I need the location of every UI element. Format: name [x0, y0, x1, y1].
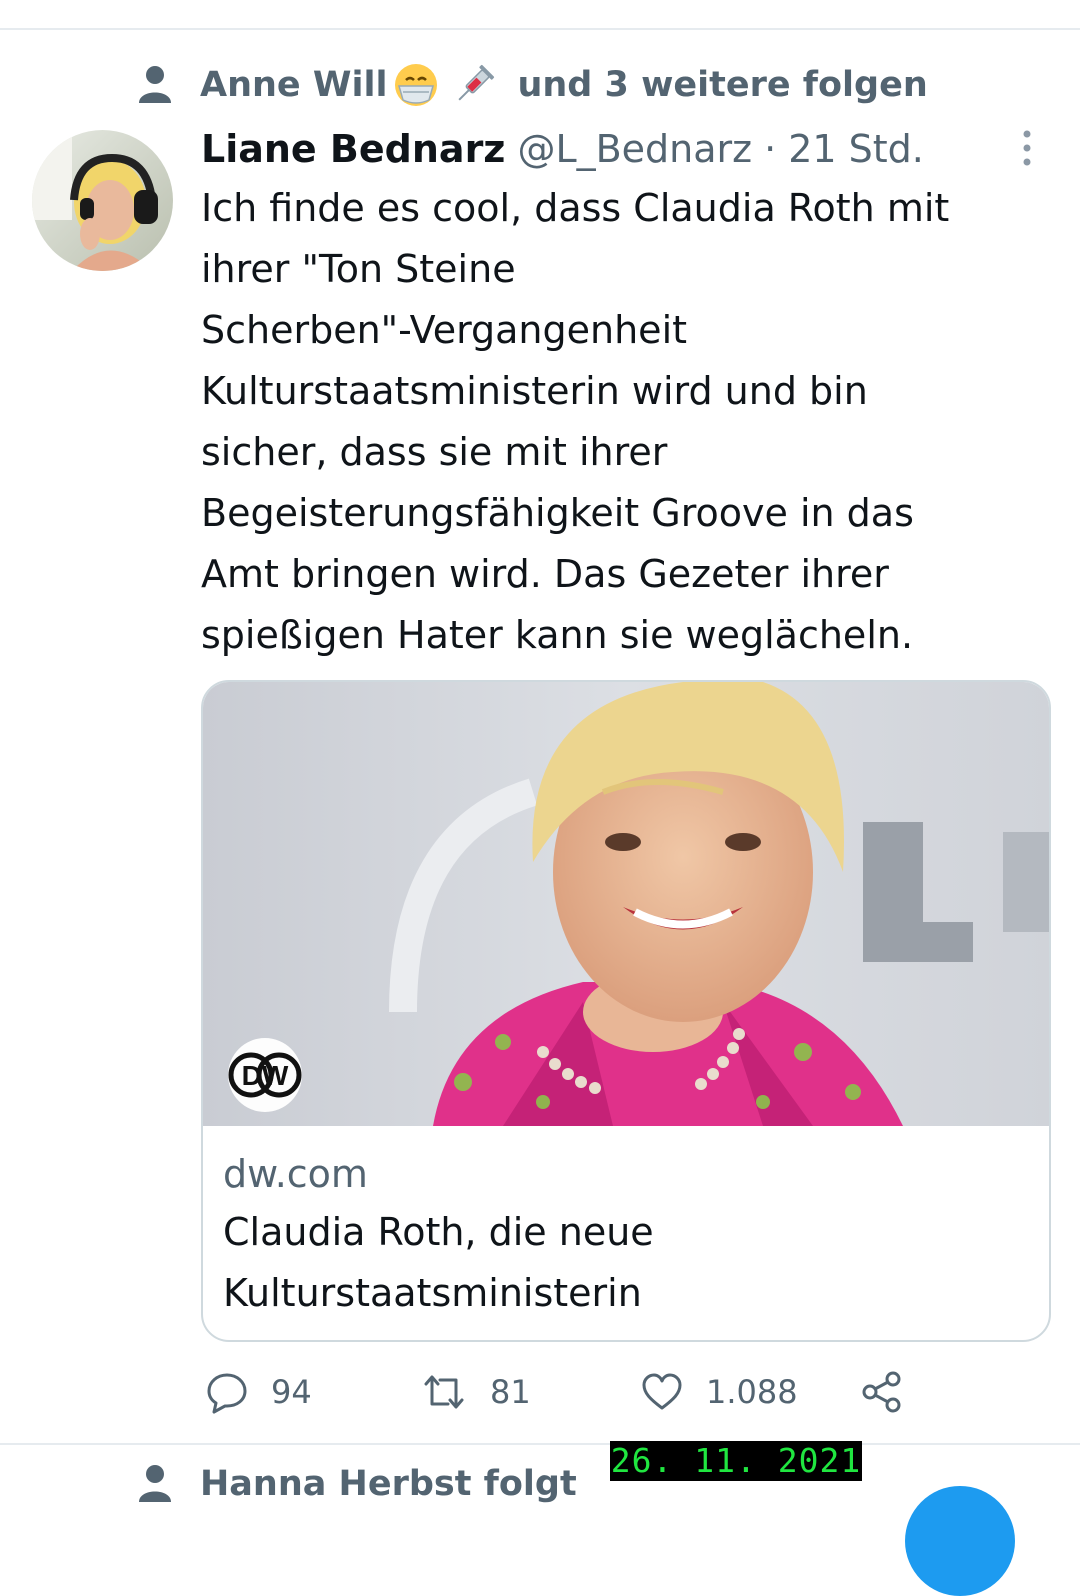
bottom-divider: [0, 1443, 1080, 1445]
next-context-text: Hanna Herbst folgt: [200, 1464, 577, 1504]
heart-icon: [642, 1373, 682, 1410]
retweet-count: 81: [490, 1373, 531, 1411]
like-count: 1.088: [706, 1373, 798, 1411]
author-avatar[interactable]: [32, 130, 173, 271]
card-domain: dw.com: [223, 1152, 368, 1196]
share-button[interactable]: [860, 1364, 926, 1420]
social-context[interactable]: Anne Will und 3 weitere folgen: [138, 60, 928, 110]
tweet-text-line: Amt bringen wird. Das Gezeter ihrer: [201, 552, 889, 596]
card-title: Claudia Roth, die neue Kulturstaatsminis…: [223, 1202, 654, 1324]
face-with-medical-mask-icon: [393, 62, 439, 108]
tweet-text-line: Begeisterungsfähigkeit Groove in das: [201, 491, 914, 535]
next-social-context[interactable]: Hanna Herbst folgt: [138, 1464, 577, 1504]
person-icon: [139, 1465, 171, 1502]
tweet-text-line: ihrer "Ton Steine: [201, 247, 516, 291]
social-context-follow-text: und 3 weitere folgen: [517, 65, 928, 105]
share-icon: [862, 1371, 901, 1413]
reply-icon: [207, 1373, 247, 1414]
person-icon: [139, 66, 171, 103]
retweet-icon: [424, 1375, 464, 1409]
next-avatar[interactable]: [905, 1486, 1015, 1596]
tweet-timestamp[interactable]: 21 Std.: [788, 127, 924, 171]
like-button[interactable]: 1.088: [640, 1364, 798, 1420]
syringe-icon: [451, 62, 497, 108]
tweet-text-line: spießigen Hater kann sie weglächeln.: [201, 613, 914, 657]
tweet-text-line: sicher, dass sie mit ihrer: [201, 430, 668, 474]
dw-logo-icon: DW: [228, 1038, 302, 1112]
tweet-actions: 94 81 1.088: [0, 1364, 1080, 1420]
more-options-icon[interactable]: [1016, 128, 1038, 168]
tweet-text: Ich finde es cool, dass Claudia Roth mit…: [201, 178, 1041, 666]
card-title-line: Kulturstaatsministerin: [223, 1271, 642, 1315]
top-divider: [0, 28, 1080, 30]
reply-count: 94: [271, 1373, 312, 1411]
tweet-text-line: Scherben"-Vergangenheit: [201, 308, 688, 352]
tweet-text-line: Ich finde es cool, dass Claudia Roth mit: [201, 186, 950, 230]
meta-separator: ·: [764, 127, 777, 171]
author-display-name[interactable]: Liane Bednarz: [201, 127, 505, 171]
card-image: DW: [203, 682, 1049, 1126]
reply-button[interactable]: 94: [205, 1364, 312, 1420]
social-context-name: Anne Will: [200, 65, 388, 105]
date-stamp: 26. 11. 2021: [610, 1441, 862, 1481]
author-handle[interactable]: @L_Bednarz: [517, 127, 752, 171]
retweet-button[interactable]: 81: [420, 1364, 531, 1420]
svg-text:DW: DW: [242, 1060, 289, 1091]
card-title-line: Claudia Roth, die neue: [223, 1210, 654, 1254]
tweet-header: Liane Bednarz @L_Bednarz · 21 Std.: [201, 122, 924, 176]
link-card[interactable]: DW dw.com Claudia Roth, die neue Kulturs…: [201, 680, 1051, 1342]
tweet-text-line: Kulturstaatsministerin wird und bin: [201, 369, 868, 413]
